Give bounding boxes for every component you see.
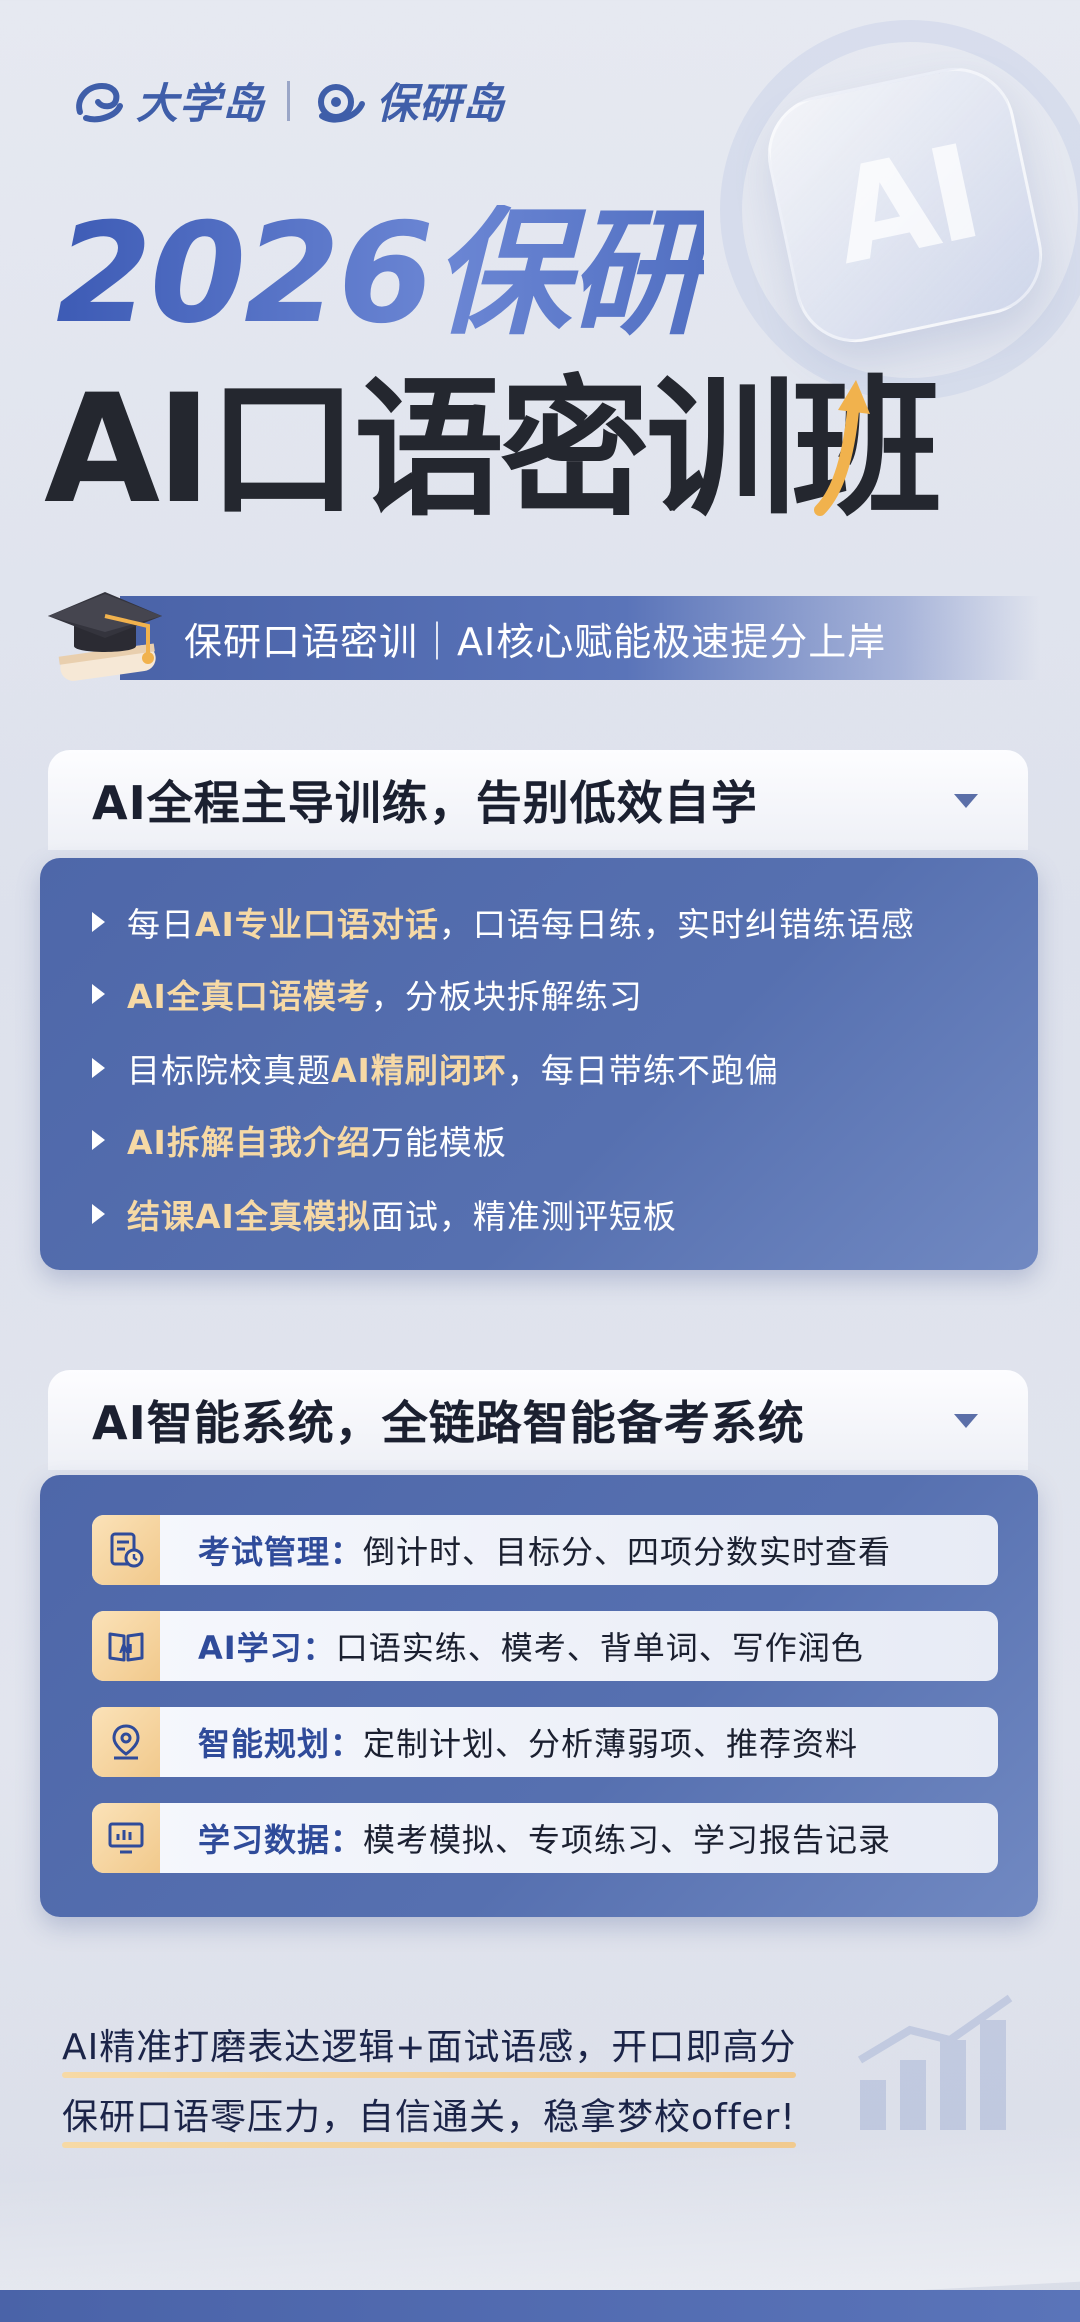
subtitle-banner: 保研口语密训｜AI核心赋能极速提分上岸 xyxy=(120,596,1040,680)
baoyandao-logo: 保研岛 xyxy=(312,70,505,131)
section2-title: AI智能系统，全链路智能备考系统 xyxy=(92,1396,805,1450)
bullet-triangle-icon xyxy=(92,1130,105,1150)
item-suffix: ，口语每日练，实时纠错练语感 xyxy=(438,905,915,944)
feature-key: 学习数据： xyxy=(198,1821,364,1859)
feature-value: 口语实练、模考、背单词、写作润色 xyxy=(335,1629,864,1667)
bullet-triangle-icon xyxy=(92,912,105,932)
bullet-triangle-icon xyxy=(92,984,105,1004)
hero-main-title: AI口语密训班 xyxy=(44,363,942,537)
section2-dropdown-icon[interactable] xyxy=(954,1414,978,1428)
item-suffix: ，每日带练不跑偏 xyxy=(506,1051,779,1090)
feature-value: 定制计划、分析薄弱项、推荐资料 xyxy=(363,1725,859,1763)
section2-panel: 考试管理： 倒计时、目标分、四项分数实时查看 AI AI学习： 口语实练、模考、背单… xyxy=(40,1475,1038,1917)
section1-dropdown-icon[interactable] xyxy=(954,794,978,808)
ai-badge-text: AI xyxy=(820,116,990,294)
bullet-triangle-icon xyxy=(92,1058,105,1078)
section1-item-1: 每日 AI专业口语对话 ，口语每日练，实时纠错练语感 xyxy=(92,898,915,946)
item-highlight: AI全真口语模考 xyxy=(127,977,371,1016)
baoyandao-logo-icon xyxy=(318,83,366,122)
feature-key: 考试管理： xyxy=(198,1533,364,1571)
graduation-cap-icon xyxy=(48,592,162,681)
item-prefix: 每日 xyxy=(127,905,195,944)
feature-exam-management: 考试管理： 倒计时、目标分、四项分数实时查看 xyxy=(92,1515,998,1585)
section1-panel: 每日 AI专业口语对话 ，口语每日练，实时纠错练语感 AI全真口语模考 ，分板块拆解练… xyxy=(40,858,1038,1270)
location-pin-icon xyxy=(92,1707,160,1777)
feature-value: 倒计时、目标分、四项分数实时查看 xyxy=(363,1533,892,1571)
ai-badge-decoration: AI xyxy=(756,56,1054,354)
baoyandao-logo-text: 保研岛 xyxy=(376,79,506,128)
item-highlight: AI拆解自我介绍 xyxy=(127,1123,371,1162)
section2-header[interactable]: AI智能系统，全链路智能备考系统 xyxy=(48,1370,1028,1470)
footer-strip xyxy=(0,2290,1080,2322)
item-suffix: ，分板块拆解练习 xyxy=(370,977,643,1016)
closing-line-2: 保研口语零压力，自信通关，稳拿梦校offer! xyxy=(62,2088,796,2148)
feature-learning-data: 学习数据： 模考模拟、专项练习、学习报告记录 xyxy=(92,1803,998,1873)
daxuedao-logo: 大学岛 xyxy=(72,70,265,131)
feature-ai-learning: AI AI学习： 口语实练、模考、背单词、写作润色 xyxy=(92,1611,998,1681)
item-highlight: 结课AI全真模拟 xyxy=(127,1197,371,1236)
item-highlight: AI精刷闭环 xyxy=(331,1051,507,1090)
item-prefix: 目标院校真题 xyxy=(127,1051,331,1090)
subtitle-text: 保研口语密训｜AI核心赋能极速提分上岸 xyxy=(184,619,887,664)
growth-bars-decoration-icon xyxy=(857,1994,1013,2130)
section1-item-2: AI全真口语模考 ，分板块拆解练习 xyxy=(92,970,643,1018)
gold-arrow-accent-icon xyxy=(814,380,870,516)
logo-separator xyxy=(287,80,291,121)
section1-item-5: 结课AI全真模拟 面试，精准测评短板 xyxy=(92,1190,677,1238)
feature-value: 模考模拟、专项练习、学习报告记录 xyxy=(363,1821,892,1859)
svg-text:AI: AI xyxy=(119,1642,133,1656)
bullet-triangle-icon xyxy=(92,1204,105,1224)
closing-line-1: AI精准打磨表达逻辑+面试语感，开口即高分 xyxy=(62,2018,797,2078)
section1-item-3: 目标院校真题 AI精刷闭环 ，每日带练不跑偏 xyxy=(92,1044,779,1092)
feature-smart-planning: 智能规划： 定制计划、分析薄弱项、推荐资料 xyxy=(92,1707,998,1777)
ai-book-icon: AI xyxy=(92,1611,160,1681)
hero-year-title: 2026保研 xyxy=(56,193,706,354)
section1-title: AI全程主导训练，告别低效自学 xyxy=(92,776,758,830)
exam-clipboard-icon xyxy=(92,1515,160,1585)
item-suffix: 面试，精准测评短板 xyxy=(370,1197,677,1236)
section1-header[interactable]: AI全程主导训练，告别低效自学 xyxy=(48,750,1028,850)
feature-key: AI学习： xyxy=(198,1629,336,1667)
brand-logo-row: 大学岛 保研岛 xyxy=(72,70,505,131)
item-suffix: 万能模板 xyxy=(370,1123,507,1162)
monitor-chart-icon xyxy=(92,1803,160,1873)
feature-key: 智能规划： xyxy=(198,1725,364,1763)
section1-item-4: AI拆解自我介绍 万能模板 xyxy=(92,1116,507,1164)
daxuedao-logo-text: 大学岛 xyxy=(136,79,266,128)
item-highlight: AI专业口语对话 xyxy=(195,905,439,944)
daxuedao-logo-icon xyxy=(76,82,123,122)
